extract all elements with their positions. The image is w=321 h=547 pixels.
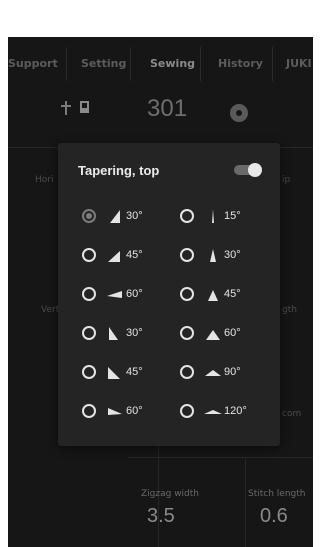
option-label: 60° <box>224 327 241 339</box>
taper-45-left-icon <box>106 365 124 379</box>
radio-selected[interactable] <box>82 209 96 223</box>
taper-option[interactable]: 60° <box>82 286 143 302</box>
dialog-title: Tapering, top <box>78 163 160 178</box>
radio-button[interactable] <box>180 287 194 301</box>
radio-button[interactable] <box>180 365 194 379</box>
tapering-top-dialog: Tapering, top 30° 45° 60° 30° 45° 60° 15… <box>58 143 280 446</box>
presser-foot-icon[interactable] <box>80 101 92 115</box>
settings-gear-icon[interactable] <box>230 104 248 122</box>
taper-30-right-icon <box>106 209 124 223</box>
tab-history[interactable]: History <box>218 57 263 70</box>
taper-option[interactable]: 30° <box>82 325 143 341</box>
taper-60-left-icon <box>106 404 124 418</box>
radio-button[interactable] <box>82 326 96 340</box>
side-label-mid: gth <box>282 305 297 315</box>
option-label: 30° <box>224 249 241 261</box>
taper-45-right-icon <box>106 248 124 262</box>
tab-setting[interactable]: Setting <box>81 57 126 70</box>
option-label: 90° <box>224 366 241 378</box>
taper-60-right-icon <box>106 287 124 301</box>
divider <box>245 457 246 547</box>
side-label-low: com <box>282 409 302 419</box>
option-label: 45° <box>126 366 143 378</box>
option-label: 45° <box>126 249 143 261</box>
option-label: 60° <box>126 288 143 300</box>
option-label: 45° <box>224 288 241 300</box>
radio-button[interactable] <box>180 248 194 262</box>
stitch-number: 301 <box>147 95 188 122</box>
taper-30-center-icon <box>204 248 222 262</box>
taper-option[interactable]: 45° <box>180 286 241 302</box>
option-label: 60° <box>126 405 143 417</box>
taper-60-center-icon <box>204 326 222 340</box>
option-label: 30° <box>126 327 143 339</box>
vertical-label: Vert <box>41 305 60 315</box>
taper-option[interactable]: 90° <box>180 364 241 380</box>
taper-90-center-icon <box>204 365 222 379</box>
taper-option[interactable]: 30° <box>180 247 241 263</box>
zigzag-width-value[interactable]: 3.5 <box>147 505 175 528</box>
divider <box>128 457 313 458</box>
taper-45-center-icon <box>204 287 222 301</box>
option-label: 15° <box>224 210 241 222</box>
taper-30-left-icon <box>106 326 124 340</box>
taper-option[interactable]: 60° <box>180 325 241 341</box>
radio-button[interactable] <box>82 365 96 379</box>
tab-divider <box>130 47 131 81</box>
needle-icon[interactable] <box>60 101 72 115</box>
tab-divider <box>66 47 67 81</box>
taper-option[interactable]: 30° <box>82 208 143 224</box>
taper-15-center-icon <box>204 209 222 223</box>
taper-option[interactable]: 45° <box>82 247 143 263</box>
tab-divider <box>200 47 201 81</box>
tab-support[interactable]: Support <box>8 57 58 70</box>
option-label: 30° <box>126 210 143 222</box>
horizontal-label: Hori <box>35 175 54 185</box>
taper-120-center-icon <box>204 404 222 418</box>
radio-button[interactable] <box>82 248 96 262</box>
stitch-length-value[interactable]: 0.6 <box>260 505 288 528</box>
tab-juki[interactable]: JUKI <box>286 57 312 70</box>
radio-button[interactable] <box>180 404 194 418</box>
radio-button[interactable] <box>180 209 194 223</box>
tab-divider <box>272 47 273 81</box>
tab-sewing[interactable]: Sewing <box>150 57 195 70</box>
radio-button[interactable] <box>82 404 96 418</box>
tab-bar: Support Setting Sewing History JUKI <box>8 37 313 81</box>
taper-option[interactable]: 15° <box>180 208 241 224</box>
tapering-toggle[interactable] <box>234 163 262 177</box>
radio-button[interactable] <box>180 326 194 340</box>
zigzag-width-label: Zigzag width <box>141 489 199 499</box>
taper-option[interactable]: 45° <box>82 364 143 380</box>
taper-option[interactable]: 60° <box>82 403 143 419</box>
taper-option[interactable]: 120° <box>180 403 247 419</box>
radio-button[interactable] <box>82 287 96 301</box>
stitch-length-label: Stitch length <box>248 489 306 499</box>
side-label-top: ip <box>282 175 291 185</box>
option-label: 120° <box>224 405 247 417</box>
